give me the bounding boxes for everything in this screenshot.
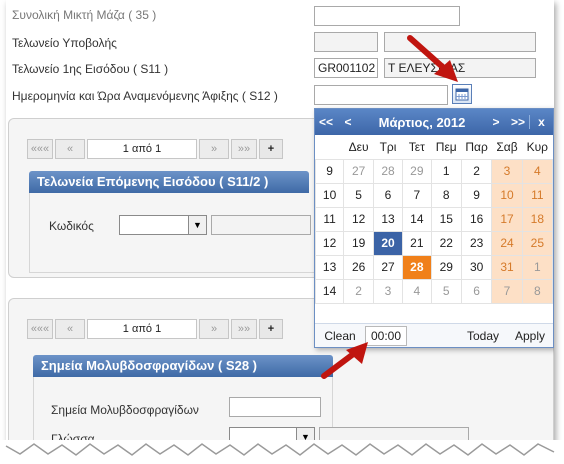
arrow-to-calendar-icon-shape [407, 35, 458, 82]
arrow-to-time-input-shape [321, 342, 368, 379]
form-page: Συνολική Μικτή Μάζα ( 35 ) Τελωνείο Υποβ… [6, 0, 554, 450]
annotation-arrows [321, 35, 458, 379]
torn-edge [0, 440, 564, 464]
